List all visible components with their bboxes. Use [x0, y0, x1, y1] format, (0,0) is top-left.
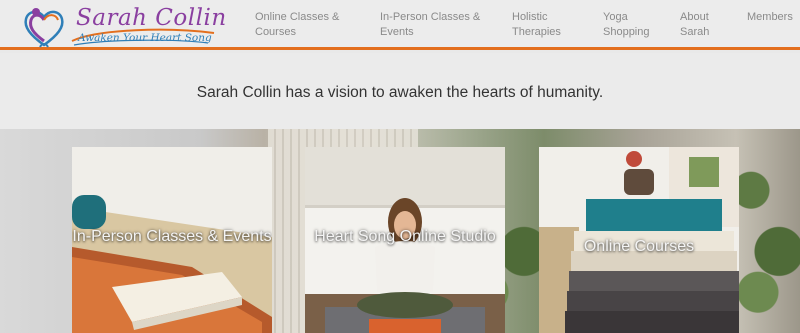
logo-tagline: Awaken Your Heart Song: [78, 32, 212, 44]
nav-members[interactable]: Members: [747, 10, 799, 25]
site-logo[interactable]: Sarah Collin Awaken Your Heart Song: [20, 3, 226, 49]
nav-about[interactable]: About Sarah: [680, 10, 720, 39]
card-online-studio[interactable]: Heart Song Online Studio: [305, 147, 505, 333]
card-online-courses-label: Online Courses: [583, 238, 695, 255]
nav-online-classes[interactable]: Online Classes & Courses: [255, 10, 350, 39]
plants-image: [730, 129, 800, 333]
site-header: Sarah Collin Awaken Your Heart Song Onli…: [0, 0, 800, 50]
card-online-courses[interactable]: Online Courses: [539, 147, 739, 333]
heart-logo-icon: [24, 8, 64, 48]
card-in-person[interactable]: In-Person Classes & Events: [72, 147, 272, 333]
card-online-studio-label: Heart Song Online Studio: [314, 228, 496, 245]
card-in-person-label: In-Person Classes & Events: [72, 228, 272, 245]
vision-tagline: Sarah Collin has a vision to awaken the …: [196, 84, 604, 101]
nav-in-person[interactable]: In-Person Classes & Events: [380, 10, 485, 39]
nav-yoga-shopping[interactable]: Yoga Shopping: [603, 10, 658, 39]
nav-holistic[interactable]: Holistic Therapies: [512, 10, 574, 39]
